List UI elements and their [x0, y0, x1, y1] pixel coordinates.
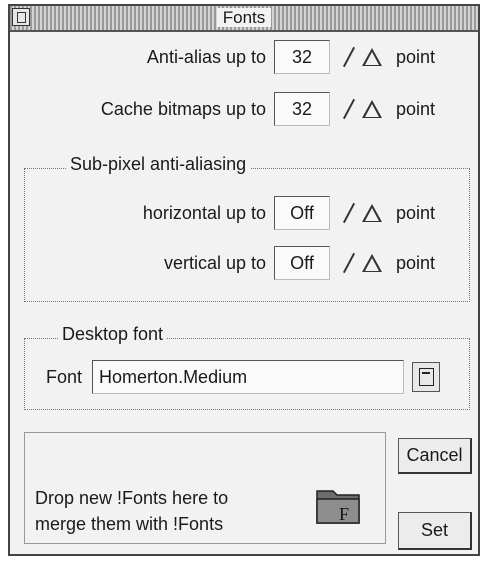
- adjust-arrows-icon[interactable]: [342, 42, 388, 72]
- drop-zone[interactable]: Drop new !Fonts here to merge them with …: [24, 432, 386, 544]
- adjust-arrows-icon[interactable]: [342, 198, 388, 228]
- antialias-unit: point: [396, 46, 436, 67]
- antialias-label: Anti-alias up to: [146, 46, 266, 67]
- horizontal-label: horizontal up to: [142, 202, 266, 223]
- drop-instructions: Drop new !Fonts here to merge them with …: [35, 485, 228, 537]
- drop-line-1: Drop new !Fonts here to: [35, 488, 229, 508]
- font-field: Homerton.Medium: [92, 360, 405, 394]
- set-button[interactable]: Set: [398, 512, 472, 550]
- menu-icon[interactable]: [412, 362, 441, 392]
- desktop-font-title: Desktop font: [58, 324, 168, 345]
- adjust-arrows-icon[interactable]: [342, 248, 388, 278]
- window-title: Fonts: [216, 8, 272, 27]
- adjust-arrows-icon[interactable]: [342, 94, 388, 124]
- font-row: Font Homerton.Medium: [46, 360, 441, 394]
- vertical-unit: point: [396, 252, 436, 273]
- subpixel-group-title: Sub-pixel anti-aliasing: [66, 154, 251, 175]
- horizontal-field[interactable]: Off: [274, 196, 330, 230]
- folder-letter: F: [339, 504, 349, 524]
- font-label: Font: [46, 366, 83, 387]
- fonts-folder-icon: F: [316, 490, 360, 524]
- antialias-row: Anti-alias up to 32 point: [10, 40, 435, 74]
- vertical-field[interactable]: Off: [274, 246, 330, 280]
- cache-row: Cache bitmaps up to 32 point: [10, 92, 435, 126]
- cache-label: Cache bitmaps up to: [100, 98, 266, 119]
- vertical-label: vertical up to: [163, 252, 266, 273]
- subpixel-group: [24, 168, 470, 302]
- title-bar[interactable]: Fonts: [10, 6, 478, 32]
- cancel-button[interactable]: Cancel: [398, 438, 472, 474]
- drop-line-2: merge them with !Fonts: [35, 514, 224, 534]
- horizontal-unit: point: [396, 202, 436, 223]
- antialias-field[interactable]: 32: [274, 40, 330, 74]
- vertical-row: vertical up to Off point: [10, 246, 435, 280]
- cache-unit: point: [396, 98, 436, 119]
- fonts-window: Fonts Anti-alias up to 32 point Cache bi…: [8, 4, 480, 556]
- horizontal-row: horizontal up to Off point: [10, 196, 435, 230]
- cache-field[interactable]: 32: [274, 92, 330, 126]
